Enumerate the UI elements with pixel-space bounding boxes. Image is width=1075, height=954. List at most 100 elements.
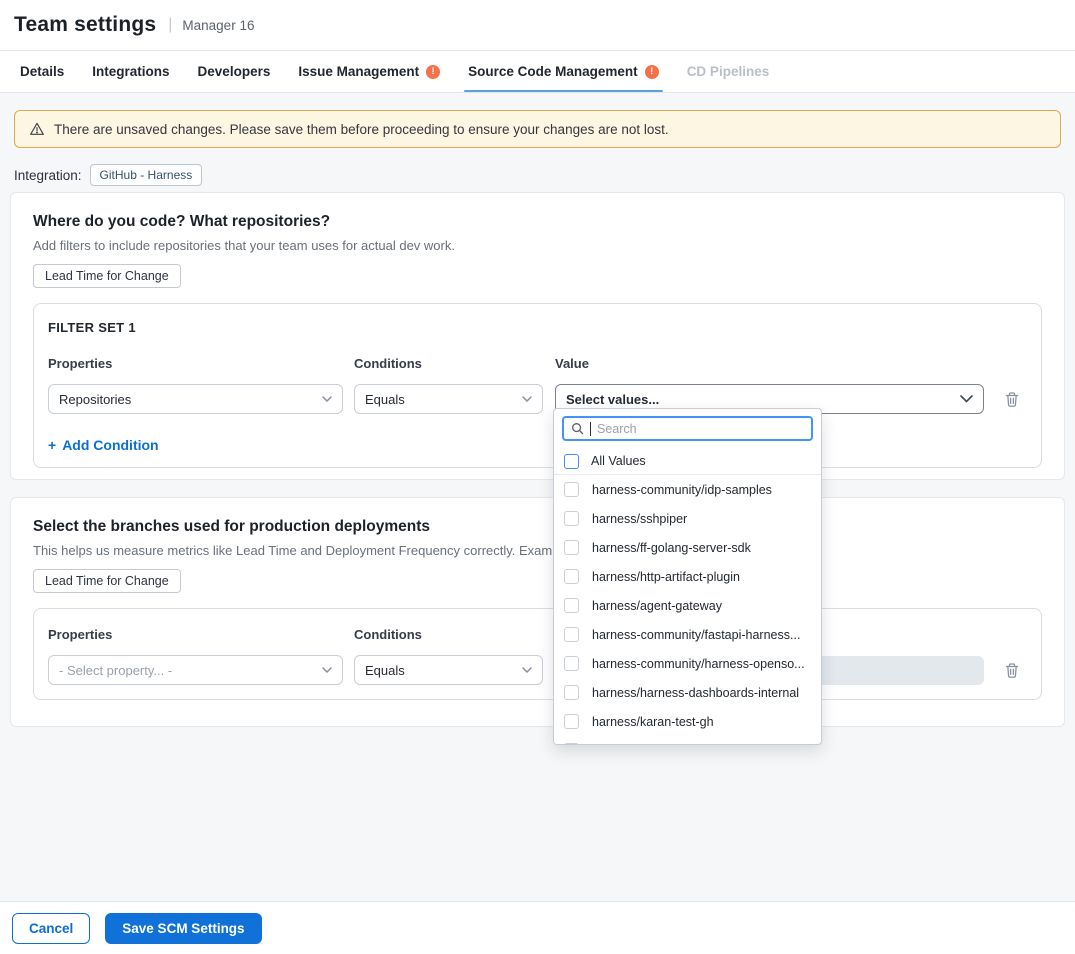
option-checkbox[interactable] — [564, 743, 579, 745]
delete-condition-button[interactable] — [1004, 391, 1020, 408]
lead-time-chip: Lead Time for Change — [33, 569, 181, 593]
option-checkbox[interactable] — [564, 540, 579, 555]
dropdown-option[interactable]: harness/sshpiper — [554, 504, 821, 533]
add-condition-button[interactable]: + Add Condition — [48, 437, 159, 453]
save-scm-settings-button[interactable]: Save SCM Settings — [105, 913, 261, 944]
option-label: harness-community/fastapi-harness... — [592, 628, 800, 642]
repositories-card: Where do you code? What repositories? Ad… — [10, 192, 1065, 480]
branch-condition-select[interactable]: Equals — [354, 655, 543, 685]
dropdown-option[interactable]: harness/agent-gateway — [554, 591, 821, 620]
all-values-label: All Values — [591, 454, 646, 468]
condition-select[interactable]: Equals — [354, 384, 543, 414]
tab-developers[interactable]: Developers — [184, 51, 285, 92]
option-label: harness/ff-golang-server-sdk — [592, 541, 751, 555]
tab-label: Source Code Management — [468, 64, 638, 79]
add-condition-label: Add Condition — [62, 437, 158, 453]
banner-message: There are unsaved changes. Please save t… — [54, 122, 669, 137]
conditions-column-label: Conditions — [354, 356, 543, 371]
page: Team settings | Manager 16 Details Integ… — [0, 0, 1075, 954]
property-select-value: Repositories — [59, 392, 131, 407]
option-checkbox[interactable] — [564, 511, 579, 526]
chevron-down-icon — [322, 396, 332, 402]
search-placeholder: Search — [597, 422, 637, 436]
warning-badge-icon: ! — [426, 65, 440, 79]
option-checkbox[interactable] — [564, 598, 579, 613]
tab-integrations[interactable]: Integrations — [78, 51, 183, 92]
warning-triangle-icon — [29, 121, 45, 137]
tab-bar: Details Integrations Developers Issue Ma… — [0, 51, 1075, 93]
page-subtitle: Manager 16 — [182, 18, 254, 33]
tab-details[interactable]: Details — [6, 51, 78, 92]
lead-time-chip: Lead Time for Change — [33, 264, 181, 288]
tab-source-code-management[interactable]: Source Code Management ! — [454, 51, 673, 92]
integration-row: Integration: GitHub - Harness — [14, 164, 202, 186]
option-label: harness-community/idp-samples — [592, 483, 772, 497]
option-label: harness/sshpiper — [592, 512, 687, 526]
filter-column-headers: Properties Conditions Value — [48, 356, 1027, 371]
dropdown-option[interactable]: harness/karan-test-gh — [554, 707, 821, 736]
cancel-button[interactable]: Cancel — [12, 913, 90, 944]
chevron-down-icon — [522, 396, 532, 402]
trash-icon — [1004, 391, 1020, 408]
delete-condition-button[interactable] — [1004, 662, 1020, 679]
option-checkbox[interactable] — [564, 627, 579, 642]
option-label: harness/agent-gateway — [592, 599, 722, 613]
trash-icon — [1004, 662, 1020, 679]
condition-select-value: Equals — [365, 392, 405, 407]
repositories-card-subtitle: Add filters to include repositories that… — [33, 238, 1042, 253]
dropdown-option[interactable]: harness-community/fastapi-harness... — [554, 620, 821, 649]
option-label: harness-community/harness-openso... — [592, 657, 805, 671]
branches-card: Select the branches used for production … — [10, 497, 1065, 727]
dropdown-option[interactable]: harness/ff-golang-server-sdk — [554, 533, 821, 562]
chevron-down-icon — [322, 667, 332, 673]
branch-condition-value: Equals — [365, 663, 405, 678]
property-select[interactable]: Repositories — [48, 384, 343, 414]
option-checkbox[interactable] — [564, 685, 579, 700]
branch-property-select[interactable]: - Select property... - — [48, 655, 343, 685]
option-checkbox[interactable] — [564, 656, 579, 671]
tab-label: Details — [20, 64, 64, 79]
tab-label: CD Pipelines — [687, 64, 770, 79]
option-checkbox[interactable] — [564, 569, 579, 584]
option-label: harness/http-artifact-plugin — [592, 570, 740, 584]
repositories-card-title: Where do you code? What repositories? — [33, 213, 1042, 231]
unsaved-changes-banner: There are unsaved changes. Please save t… — [14, 110, 1061, 148]
integration-label: Integration: — [14, 168, 82, 183]
page-header: Team settings | Manager 16 — [0, 0, 1075, 51]
option-label: harness/harness-dashboards-internal — [592, 686, 799, 700]
dropdown-option[interactable]: harness/http-artifact-plugin — [554, 562, 821, 591]
plus-icon: + — [48, 437, 56, 453]
branch-filter-box: Properties Conditions - Select property.… — [33, 608, 1042, 700]
integration-chip[interactable]: GitHub - Harness — [90, 164, 203, 186]
filter-set-1: FILTER SET 1 Properties Conditions Value… — [33, 303, 1042, 468]
value-multiselect-placeholder: Select values... — [566, 392, 659, 407]
tab-label: Developers — [198, 64, 271, 79]
select-all-option[interactable]: All Values — [554, 448, 821, 475]
branch-property-placeholder: - Select property... - — [59, 663, 172, 678]
warning-badge-icon: ! — [645, 65, 659, 79]
tab-issue-management[interactable]: Issue Management ! — [284, 51, 454, 92]
conditions-column-label: Conditions — [354, 627, 543, 642]
text-cursor — [590, 422, 591, 436]
chevron-down-icon — [522, 667, 532, 673]
all-values-checkbox[interactable] — [564, 454, 579, 469]
filter-set-1-title: FILTER SET 1 — [48, 320, 1027, 335]
dropdown-option[interactable]: harness-community/idp-samples — [554, 475, 821, 504]
option-checkbox[interactable] — [564, 482, 579, 497]
tab-label: Integrations — [92, 64, 169, 79]
properties-column-label: Properties — [48, 356, 343, 371]
option-label: harness/karan-test-gh — [592, 715, 714, 729]
option-label: harness/... — [592, 744, 650, 746]
filter-row: - Select property... - Equals — [48, 655, 1027, 685]
search-input[interactable]: Search — [562, 416, 813, 441]
dropdown-option-clipped[interactable]: harness/... — [554, 736, 821, 745]
option-checkbox[interactable] — [564, 714, 579, 729]
footer-bar: Cancel Save SCM Settings — [0, 901, 1075, 954]
dropdown-option[interactable]: harness/harness-dashboards-internal — [554, 678, 821, 707]
dropdown-option[interactable]: harness-community/harness-openso... — [554, 649, 821, 678]
search-icon — [571, 422, 584, 435]
chevron-down-icon — [960, 395, 973, 403]
properties-column-label: Properties — [48, 627, 343, 642]
branches-card-title: Select the branches used for production … — [33, 518, 1042, 536]
branches-card-subtitle: This helps us measure metrics like Lead … — [33, 543, 1042, 558]
